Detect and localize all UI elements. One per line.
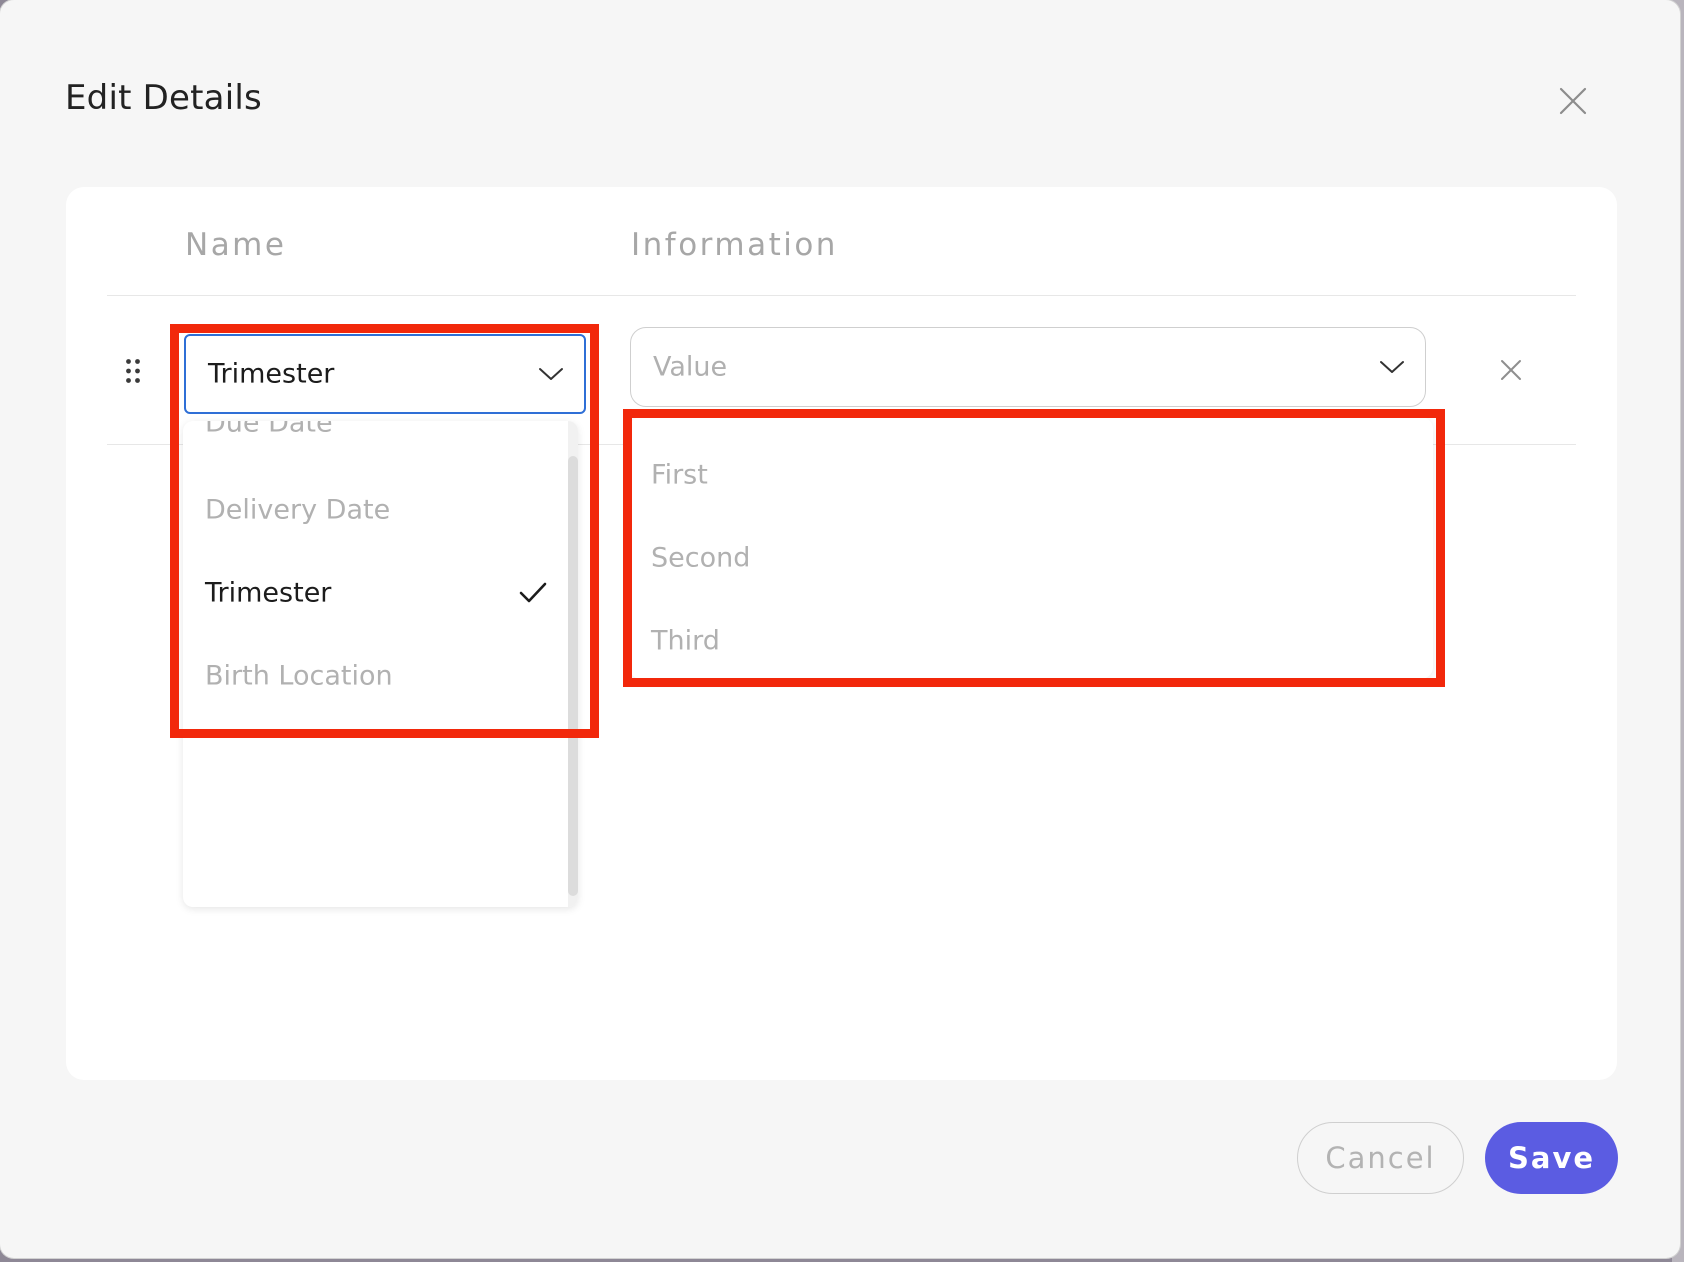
header-divider [107,295,1576,296]
cancel-button[interactable]: Cancel [1297,1122,1464,1194]
modal-title: Edit Details [65,78,262,118]
option-label: Due Date [205,421,333,439]
dropdown-option-second[interactable]: Second [629,528,1433,588]
dropdown-option-due-date[interactable]: Due Date [183,421,578,453]
close-icon [1559,87,1587,115]
details-table-card: Name Information Trimester Value Due Dat… [66,187,1617,1080]
name-select[interactable]: Trimester [184,334,586,414]
remove-row-button[interactable] [1496,355,1526,385]
dropdown-option-trimester[interactable]: Trimester [183,563,578,623]
information-select-placeholder: Value [653,351,728,383]
information-select[interactable]: Value [630,327,1426,407]
dropdown-scrollbar-thumb[interactable] [568,456,578,896]
option-label: Third [651,625,720,657]
close-button[interactable] [1556,84,1590,118]
dropdown-option-delivery-date[interactable]: Delivery Date [183,480,578,540]
edit-details-modal: Edit Details Name Information Trimester [0,0,1680,1258]
name-select-value: Trimester [208,358,335,390]
save-button[interactable]: Save [1485,1122,1618,1194]
chevron-down-icon [1380,361,1404,373]
chevron-down-icon [539,368,563,380]
drag-handle-icon [126,359,140,383]
dropdown-option-third[interactable]: Third [629,611,1433,671]
information-dropdown-menu: First Second Third [629,417,1433,679]
dropdown-option-birth-location[interactable]: Birth Location [183,646,578,706]
option-label: Trimester [205,577,332,609]
column-header-information: Information [631,227,838,263]
dropdown-option-first[interactable]: First [629,445,1433,505]
option-label: Birth Location [205,660,393,692]
option-label: Delivery Date [205,494,391,526]
name-dropdown-menu: Due Date Delivery Date Trimester Birth L… [183,421,578,907]
option-label: First [651,459,708,491]
check-icon [519,582,547,603]
column-header-name: Name [185,227,287,263]
remove-row-icon [1501,360,1521,380]
row-drag-handle[interactable] [125,358,141,384]
option-label: Second [651,542,751,574]
